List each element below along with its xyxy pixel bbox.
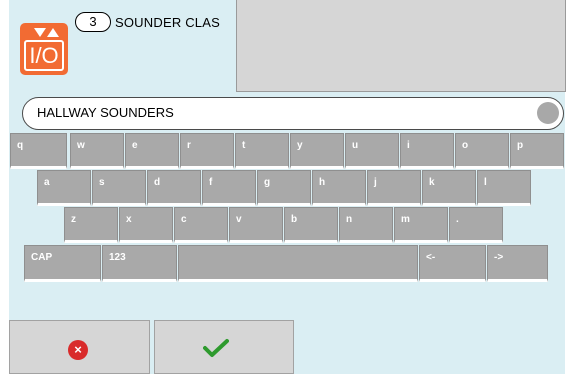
key-label: g bbox=[264, 177, 271, 188]
key-z[interactable]: z bbox=[64, 207, 118, 243]
key-space[interactable] bbox=[178, 245, 418, 282]
key-label: <- bbox=[426, 252, 436, 263]
key-numbers[interactable]: 123 bbox=[102, 245, 177, 282]
key-b[interactable]: b bbox=[284, 207, 338, 243]
key-label: c bbox=[181, 214, 187, 225]
key-r[interactable]: r bbox=[180, 133, 234, 169]
key-label: a bbox=[44, 177, 50, 188]
key-g[interactable]: g bbox=[257, 170, 311, 206]
key-label: . bbox=[456, 214, 459, 225]
key-period[interactable]: . bbox=[449, 207, 503, 243]
checkmark-icon bbox=[203, 339, 229, 357]
clear-input-button[interactable] bbox=[537, 102, 559, 124]
arrow-up-icon bbox=[47, 28, 59, 37]
key-label: i bbox=[407, 140, 410, 151]
key-label: f bbox=[209, 177, 213, 188]
key-label: k bbox=[429, 177, 435, 188]
input-value: HALLWAY SOUNDERS bbox=[37, 105, 174, 120]
key-label: v bbox=[236, 214, 242, 225]
key-c[interactable]: c bbox=[174, 207, 228, 243]
key-m[interactable]: m bbox=[394, 207, 448, 243]
key-h[interactable]: h bbox=[312, 170, 366, 206]
key-label: p bbox=[517, 140, 524, 151]
key-label: s bbox=[99, 177, 105, 188]
key-label: t bbox=[242, 140, 246, 151]
key-k[interactable]: k bbox=[422, 170, 476, 206]
key-label: h bbox=[319, 177, 326, 188]
key-x[interactable]: x bbox=[119, 207, 173, 243]
key-label: z bbox=[71, 214, 76, 225]
key-label: 123 bbox=[109, 252, 126, 263]
key-n[interactable]: n bbox=[339, 207, 393, 243]
key-u[interactable]: u bbox=[345, 133, 399, 169]
key-label: e bbox=[132, 140, 138, 151]
key-label: u bbox=[352, 140, 359, 151]
key-label: -> bbox=[494, 252, 504, 263]
key-f[interactable]: f bbox=[202, 170, 256, 206]
key-label: CAP bbox=[31, 252, 53, 263]
page-title: SOUNDER CLAS bbox=[115, 15, 220, 30]
arrow-down-icon bbox=[34, 28, 46, 37]
io-label: I/O bbox=[24, 40, 64, 71]
key-label: m bbox=[401, 214, 410, 225]
keyboard-screen: I/O 3 SOUNDER CLAS HALLWAY SOUNDERS q w … bbox=[0, 0, 568, 374]
key-q[interactable]: q bbox=[10, 133, 67, 169]
key-caps[interactable]: CAP bbox=[24, 245, 101, 282]
confirm-button[interactable] bbox=[154, 320, 294, 374]
key-e[interactable]: e bbox=[125, 133, 179, 169]
key-o[interactable]: o bbox=[455, 133, 509, 169]
key-a[interactable]: a bbox=[37, 170, 91, 206]
left-edge bbox=[0, 0, 9, 374]
key-label: x bbox=[126, 214, 132, 225]
cancel-icon: × bbox=[68, 340, 88, 360]
io-module-icon: I/O bbox=[20, 23, 68, 75]
key-j[interactable]: j bbox=[367, 170, 421, 206]
key-label: y bbox=[297, 140, 303, 151]
key-right-arrow[interactable]: -> bbox=[487, 245, 548, 282]
key-label: n bbox=[346, 214, 353, 225]
top-right-panel bbox=[236, 0, 566, 92]
key-y[interactable]: y bbox=[290, 133, 344, 169]
key-label: r bbox=[187, 140, 191, 151]
key-label: d bbox=[154, 177, 161, 188]
key-s[interactable]: s bbox=[92, 170, 146, 206]
key-label: w bbox=[77, 140, 85, 151]
key-w[interactable]: w bbox=[70, 133, 124, 169]
key-d[interactable]: d bbox=[147, 170, 201, 206]
key-p[interactable]: p bbox=[510, 133, 564, 169]
key-label: l bbox=[484, 177, 487, 188]
key-label: j bbox=[374, 177, 377, 188]
key-v[interactable]: v bbox=[229, 207, 283, 243]
key-left-arrow[interactable]: <- bbox=[419, 245, 486, 282]
key-i[interactable]: i bbox=[400, 133, 454, 169]
item-number-badge: 3 bbox=[75, 12, 111, 32]
key-label: q bbox=[17, 140, 24, 151]
cancel-button[interactable]: × bbox=[9, 320, 150, 374]
text-input-field[interactable]: HALLWAY SOUNDERS bbox=[22, 97, 564, 130]
key-label: b bbox=[291, 214, 298, 225]
key-t[interactable]: t bbox=[235, 133, 289, 169]
key-label: o bbox=[462, 140, 469, 151]
key-l[interactable]: l bbox=[477, 170, 531, 206]
